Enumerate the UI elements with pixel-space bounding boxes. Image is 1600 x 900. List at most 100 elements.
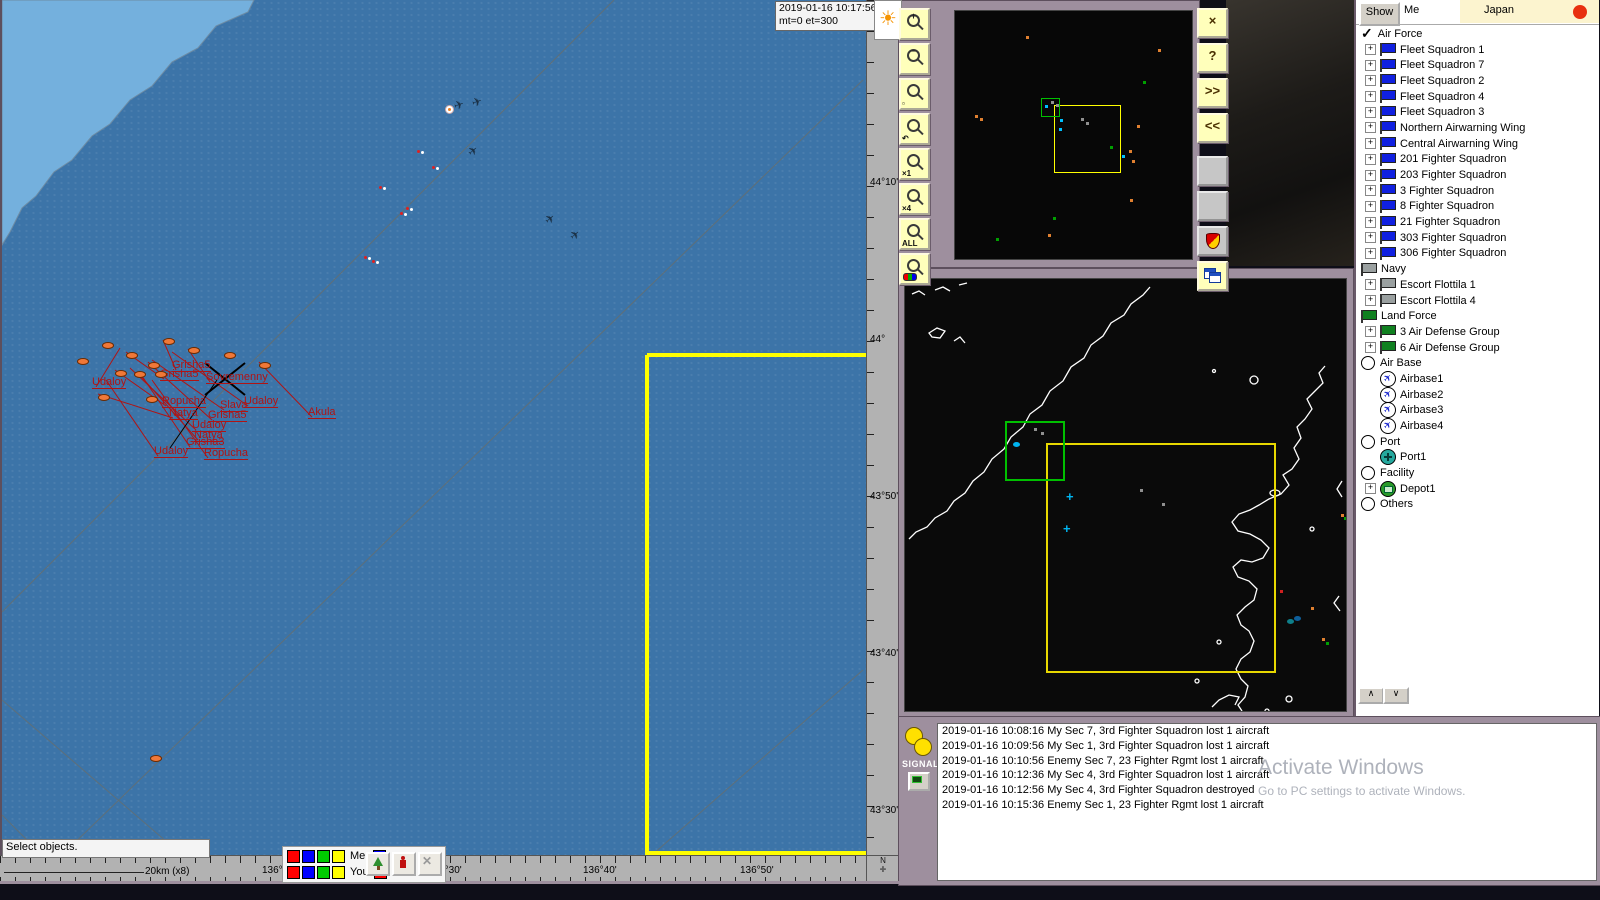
ship-icon[interactable] — [134, 371, 146, 378]
expander-icon[interactable]: + — [1365, 44, 1376, 55]
zoom-box-button[interactable]: ▫ — [899, 78, 930, 110]
ship-icon[interactable] — [77, 358, 89, 365]
tree-item[interactable]: ✈Airbase3 — [1356, 403, 1599, 419]
main-tactical-map[interactable]: UdaloyGrisha5Grisha5SovremennyRopuchaSla… — [0, 0, 868, 855]
expander-icon[interactable]: + — [1365, 201, 1376, 212]
flag-blue-icon — [1380, 43, 1395, 56]
tree-item[interactable]: +Central Airwarning Wing — [1356, 136, 1599, 152]
expander-icon[interactable]: + — [1365, 217, 1376, 228]
tab-japan[interactable]: Japan — [1484, 4, 1514, 16]
tree-item[interactable]: +3 Fighter Squadron — [1356, 183, 1599, 199]
ship-icon[interactable] — [98, 394, 110, 401]
tree-item[interactable]: +Escort Flottila 4 — [1356, 293, 1599, 309]
expander-icon[interactable]: + — [1365, 248, 1376, 259]
tree-item[interactable]: Land Force — [1356, 308, 1599, 324]
ship-icon[interactable] — [115, 370, 127, 377]
signal-grid-button[interactable] — [908, 772, 930, 791]
tree-item[interactable]: +Fleet Squadron 1 — [1356, 42, 1599, 58]
tree-item[interactable]: Others — [1356, 497, 1599, 513]
contact-marker[interactable] — [406, 207, 414, 211]
tree-item[interactable]: +Fleet Squadron 2 — [1356, 73, 1599, 89]
expander-icon[interactable]: + — [1365, 279, 1376, 290]
tree-item[interactable]: Navy — [1356, 261, 1599, 277]
ship-icon[interactable] — [224, 352, 236, 359]
help-button[interactable]: ? — [1197, 43, 1228, 73]
close-button[interactable]: × — [1197, 8, 1228, 38]
expander-icon[interactable]: + — [1365, 232, 1376, 243]
expander-icon[interactable]: + — [1365, 138, 1376, 149]
contact-marker[interactable] — [364, 256, 372, 260]
tree-item[interactable]: Port1 — [1356, 450, 1599, 466]
tree-item[interactable]: +3 Air Defense Group — [1356, 324, 1599, 340]
bright-contact-marker[interactable] — [445, 105, 454, 114]
ship-icon[interactable] — [188, 347, 200, 354]
next-button[interactable]: >> — [1197, 78, 1228, 108]
expander-icon[interactable]: + — [1365, 326, 1376, 337]
expander-icon[interactable]: + — [1365, 483, 1376, 494]
zoom-prev-button[interactable]: ↶ — [899, 113, 930, 145]
contact-marker[interactable] — [417, 150, 425, 154]
ship-icon[interactable] — [102, 342, 114, 349]
expander-icon[interactable]: + — [1365, 185, 1376, 196]
tree-item[interactable]: +Fleet Squadron 7 — [1356, 57, 1599, 73]
tree-item[interactable]: ✈Airbase4 — [1356, 418, 1599, 434]
tree-item[interactable]: +Fleet Squadron 3 — [1356, 104, 1599, 120]
ship-icon[interactable] — [150, 755, 162, 762]
unit-button[interactable] — [392, 852, 416, 876]
tree-item[interactable]: Air Base — [1356, 355, 1599, 371]
prev-button[interactable]: << — [1197, 113, 1228, 143]
tree-item[interactable]: +303 Fighter Squadron — [1356, 230, 1599, 246]
scroll-down-button[interactable]: ∨ — [1383, 687, 1409, 704]
contact-marker[interactable] — [379, 186, 387, 190]
tree-item[interactable]: +203 Fighter Squadron — [1356, 167, 1599, 183]
tree-item[interactable]: +306 Fighter Squadron — [1356, 246, 1599, 262]
tree-item[interactable]: +Depot1 — [1356, 481, 1599, 497]
tree-item[interactable]: +Escort Flottila 1 — [1356, 277, 1599, 293]
tree-item[interactable]: +Northern Airwarning Wing — [1356, 120, 1599, 136]
expander-icon[interactable]: + — [1365, 91, 1376, 102]
tree-item[interactable]: +8 Fighter Squadron — [1356, 199, 1599, 215]
region-map[interactable]: ++ — [904, 278, 1347, 712]
signal-button[interactable] — [905, 727, 933, 757]
ship-icon[interactable] — [148, 362, 160, 369]
zoom-out-button[interactable]: − — [899, 43, 930, 75]
ship-icon[interactable] — [259, 362, 271, 369]
tab-me[interactable]: Me — [1404, 4, 1419, 16]
contact-marker[interactable] — [372, 260, 380, 264]
expander-icon[interactable]: + — [1365, 170, 1376, 181]
tree-item[interactable]: Port — [1356, 434, 1599, 450]
overview-minimap[interactable] — [954, 10, 1193, 260]
tree-item[interactable]: Facility — [1356, 465, 1599, 481]
windows-button[interactable] — [1197, 261, 1228, 291]
zoom-all-button[interactable]: ALL — [899, 218, 930, 250]
contact-marker[interactable] — [400, 212, 408, 216]
expander-icon[interactable]: + — [1365, 107, 1376, 118]
shield-button[interactable] — [1197, 226, 1228, 256]
expander-icon[interactable]: + — [1365, 342, 1376, 353]
tree-item[interactable]: ✓Air Force — [1356, 26, 1599, 42]
expander-icon[interactable]: + — [1365, 75, 1376, 86]
ship-icon[interactable] — [146, 396, 158, 403]
zoom-in-button[interactable]: + — [899, 8, 930, 40]
ship-icon[interactable] — [163, 338, 175, 345]
tree-item[interactable]: +21 Fighter Squadron — [1356, 214, 1599, 230]
expander-icon[interactable]: + — [1365, 295, 1376, 306]
ship-icon[interactable] — [126, 352, 138, 359]
minimap-dot — [1143, 81, 1146, 84]
zoom-x1-button[interactable]: ×1 — [899, 148, 930, 180]
tree-item[interactable]: ✈Airbase1 — [1356, 371, 1599, 387]
tree-item[interactable]: +Fleet Squadron 4 — [1356, 89, 1599, 105]
expander-icon[interactable]: + — [1365, 154, 1376, 165]
contact-marker[interactable] — [432, 166, 440, 170]
tree-item[interactable]: +6 Air Defense Group — [1356, 340, 1599, 356]
ship-icon[interactable] — [155, 371, 167, 378]
expander-icon[interactable]: + — [1365, 60, 1376, 71]
tree-item[interactable]: +201 Fighter Squadron — [1356, 152, 1599, 168]
scroll-up-button[interactable]: ∧ — [1358, 687, 1384, 704]
tree-item[interactable]: ✈Airbase2 — [1356, 387, 1599, 403]
expander-icon[interactable]: + — [1365, 122, 1376, 133]
terrain-button[interactable] — [366, 852, 390, 876]
zoom-palette-button[interactable] — [899, 253, 930, 285]
show-button[interactable]: Show — [1359, 2, 1400, 26]
zoom-x4-button[interactable]: ×4 — [899, 183, 930, 215]
